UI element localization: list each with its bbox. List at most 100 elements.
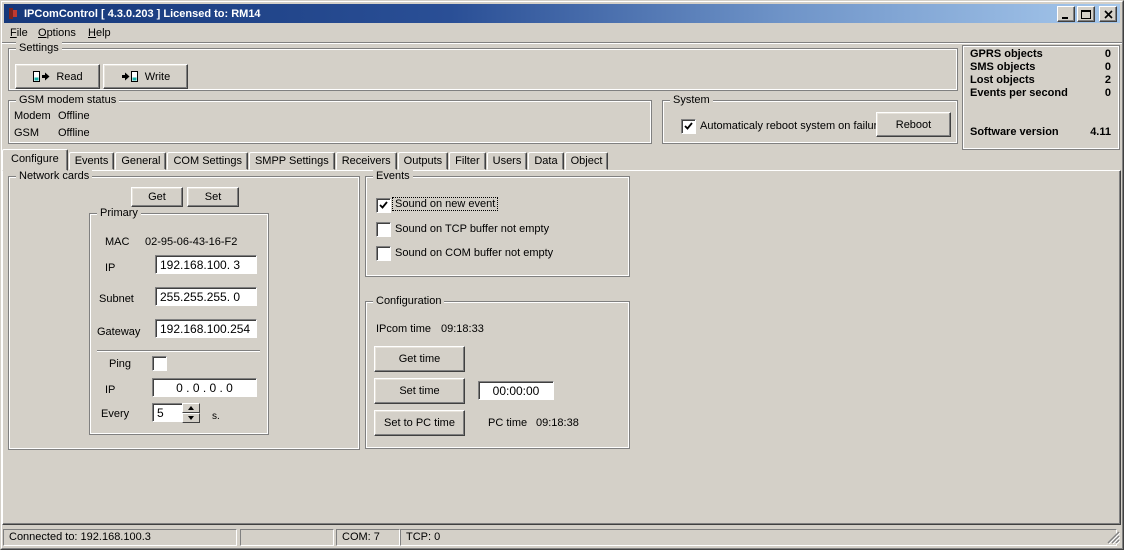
menu-file[interactable]: File (6, 26, 32, 40)
mac-label: MAC (105, 236, 129, 248)
software-version-label: Software version (970, 126, 1059, 138)
ping-ip-field-value: 0 . 0 . 0 . 0 (176, 381, 233, 395)
stats-eps-label: Events per second (970, 87, 1068, 99)
set-time-button-label: Set time (399, 385, 439, 397)
statusbar-empty-panel (240, 529, 334, 546)
ping-divider (97, 350, 260, 352)
stats-gprs-value: 0 (1105, 48, 1111, 60)
title-bar[interactable]: IPComControl [ 4.3.0.203 ] Licensed to: … (4, 4, 1120, 23)
reboot-button-label: Reboot (896, 119, 931, 131)
maximize-button[interactable] (1077, 6, 1095, 22)
auto-reboot-label[interactable]: Automaticaly reboot system on failure (700, 120, 883, 132)
gateway-field[interactable]: 192.168.100.254 (155, 319, 257, 338)
stats-eps-value: 0 (1105, 87, 1111, 99)
ipcomcontrol-window: { "window": { "title": "IPComControl [ 4… (0, 0, 1124, 550)
gateway-label: Gateway (97, 326, 140, 338)
set-to-pc-time-button[interactable]: Set to PC time (374, 410, 465, 436)
configuration-group: Configuration IPcom time 09:18:33 Get ti… (365, 301, 630, 449)
subnet-label: Subnet (99, 293, 134, 305)
set-time-field-value: 00:00:00 (493, 384, 540, 398)
app-icon (7, 7, 20, 20)
spin-down-button[interactable] (182, 413, 200, 423)
sound-new-event-label[interactable]: Sound on new event (393, 198, 497, 210)
ping-label: Ping (109, 358, 131, 370)
settings-group: Settings Read Write (8, 48, 958, 91)
spin-up-button[interactable] (182, 403, 200, 413)
read-button[interactable]: Read (15, 64, 100, 89)
set-time-button[interactable]: Set time (374, 378, 465, 404)
ipcom-time-label: IPcom time (376, 323, 431, 335)
maximize-icon (1081, 10, 1091, 19)
stats-sms-value: 0 (1105, 61, 1111, 73)
tab-users[interactable]: Users (487, 152, 528, 170)
settings-group-title: Settings (16, 42, 62, 55)
statusbar-tcp-panel: TCP: 0 (400, 529, 1117, 546)
network-cards-group: Network cards Get Set Primary MAC 02-95-… (8, 176, 360, 450)
statusbar-com-panel: COM: 7 (336, 529, 400, 546)
get-time-button[interactable]: Get time (374, 346, 465, 372)
close-button[interactable] (1099, 6, 1117, 22)
menu-help[interactable]: Help (84, 26, 115, 40)
read-icon (32, 70, 51, 83)
minimize-button[interactable] (1057, 6, 1075, 22)
pc-time-label: PC time (488, 417, 527, 429)
ip-field[interactable]: 192.168.100. 3 (155, 255, 257, 274)
tab-com-settings[interactable]: COM Settings (167, 152, 247, 170)
modem-status-value: Offline (58, 110, 90, 122)
menu-divider (2, 42, 1122, 44)
primary-group-title: Primary (97, 207, 141, 220)
gateway-field-value: 192.168.100.254 (160, 322, 250, 336)
tab-data[interactable]: Data (528, 152, 563, 170)
mac-value: 02-95-06-43-16-F2 (145, 236, 237, 248)
statusbar-com-text: COM: 7 (342, 531, 380, 543)
check-icon (379, 201, 388, 210)
tab-smpp-settings[interactable]: SMPP Settings (249, 152, 335, 170)
tab-filter[interactable]: Filter (449, 152, 485, 170)
arrow-up-icon (188, 406, 194, 410)
get-time-button-label: Get time (399, 353, 441, 365)
auto-reboot-checkbox[interactable] (681, 119, 696, 134)
gsm-status-value: Offline (58, 127, 90, 139)
menu-options[interactable]: Options (34, 26, 80, 40)
tab-general[interactable]: General (115, 152, 166, 170)
get-button-label: Get (148, 191, 166, 203)
ipcom-time-value: 09:18:33 (441, 323, 484, 335)
configuration-group-title: Configuration (373, 295, 444, 308)
tab-configure[interactable]: Configure (2, 149, 68, 171)
window-controls (1055, 6, 1117, 22)
minimize-icon (1061, 10, 1071, 19)
tab-outputs[interactable]: Outputs (398, 152, 449, 170)
configure-tab-page: Network cards Get Set Primary MAC 02-95-… (2, 170, 1121, 525)
get-button[interactable]: Get (131, 187, 183, 207)
stats-lost-label: Lost objects (970, 74, 1035, 86)
tab-object[interactable]: Object (565, 152, 609, 170)
sound-tcp-buffer-label[interactable]: Sound on TCP buffer not empty (395, 223, 549, 235)
resize-grip[interactable] (1107, 531, 1120, 544)
statusbar-tcp-text: TCP: 0 (406, 531, 440, 543)
sound-new-event-checkbox[interactable] (376, 198, 391, 213)
write-button-label: Write (145, 71, 170, 83)
set-button[interactable]: Set (187, 187, 239, 207)
window-title: IPComControl [ 4.3.0.203 ] Licensed to: … (24, 8, 261, 20)
tab-strip: Configure Events General COM Settings SM… (2, 150, 1121, 170)
statusbar-connected-text: Connected to: 192.168.100.3 (9, 531, 151, 543)
pc-time-value: 09:18:38 (536, 417, 579, 429)
tab-events[interactable]: Events (69, 152, 115, 170)
reboot-button[interactable]: Reboot (876, 112, 951, 137)
modem-status-label: Modem (14, 110, 51, 122)
sound-tcp-buffer-checkbox[interactable] (376, 222, 391, 237)
tab-receivers[interactable]: Receivers (336, 152, 397, 170)
ping-ip-label: IP (105, 384, 115, 396)
write-button[interactable]: Write (103, 64, 188, 89)
events-group-title: Events (373, 170, 413, 183)
ping-checkbox[interactable] (152, 356, 167, 371)
subnet-field[interactable]: 255.255.255. 0 (155, 287, 257, 306)
write-icon (121, 70, 140, 83)
sound-com-buffer-checkbox[interactable] (376, 246, 391, 261)
stats-lost-value: 2 (1105, 74, 1111, 86)
sound-com-buffer-label[interactable]: Sound on COM buffer not empty (395, 247, 553, 259)
set-to-pc-time-button-label: Set to PC time (384, 417, 455, 429)
every-spinner (182, 403, 200, 423)
ping-ip-field[interactable]: 0 . 0 . 0 . 0 (152, 378, 257, 397)
set-time-field[interactable]: 00:00:00 (478, 381, 554, 400)
